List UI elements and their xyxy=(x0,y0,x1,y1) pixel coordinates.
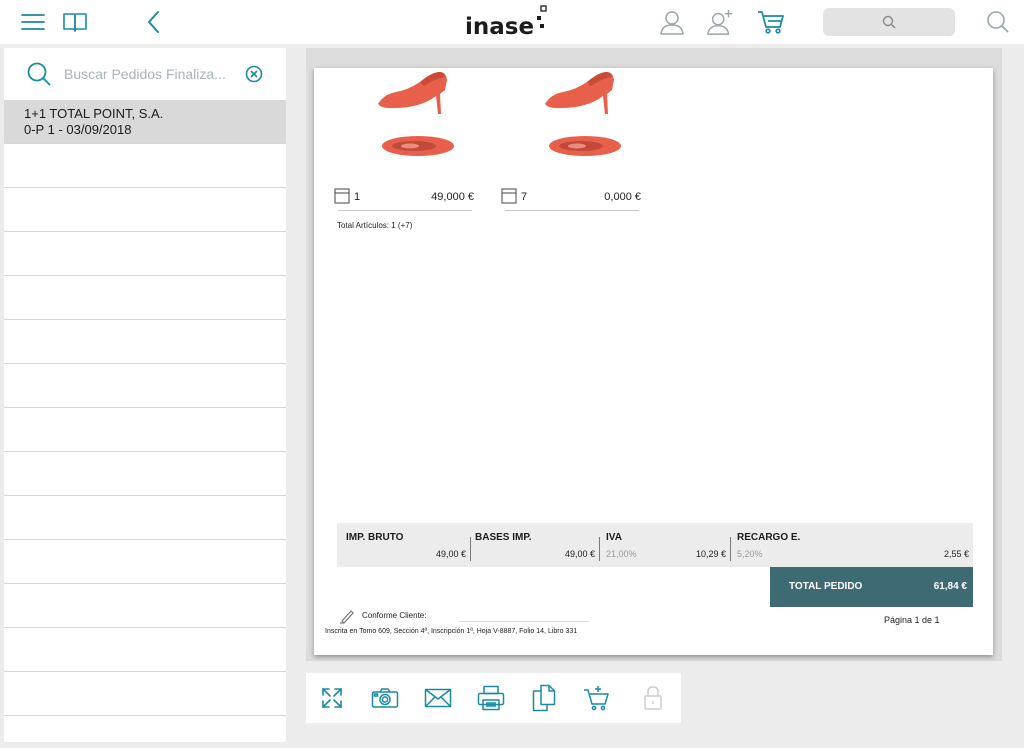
list-item xyxy=(4,144,286,188)
total-pedido-box: TOTAL PEDIDO 61,84 € xyxy=(770,567,973,607)
list-item xyxy=(4,232,286,276)
logo-dots-icon xyxy=(537,5,547,28)
book-icon[interactable] xyxy=(61,8,89,36)
recargo-rate: 5,20% xyxy=(737,549,763,559)
iva-label: IVA xyxy=(606,532,622,543)
list-item xyxy=(4,320,286,364)
article-price: 0,000 € xyxy=(604,191,641,203)
list-item xyxy=(4,276,286,320)
list-item xyxy=(4,628,286,672)
divider xyxy=(505,210,639,211)
iva-value: 10,29 € xyxy=(695,549,726,559)
document-viewer[interactable]: 1 49,000 € 7 0,000 € Total Artículos: 1 … xyxy=(306,48,1002,661)
list-item xyxy=(4,540,286,584)
list-item xyxy=(4,188,286,232)
mail-icon[interactable] xyxy=(424,685,452,711)
legal-text: Inscrita en Tomo 609, Sección 4ª, Inscri… xyxy=(325,628,578,635)
logo-text: inase xyxy=(465,14,535,40)
conforme-label: Conforme Cliente: xyxy=(362,611,427,620)
top-search-input[interactable] xyxy=(823,8,955,36)
top-bar: inase xyxy=(0,0,1024,44)
bases-imp-cell: BASES IMP. 49,00 € xyxy=(466,523,599,567)
bases-imp-value: 49,00 € xyxy=(564,549,595,559)
article-qty: 7 xyxy=(521,191,528,203)
back-icon[interactable] xyxy=(140,8,168,36)
totals-table: IMP. BRUTO 49,00 € BASES IMP. 49,00 € IV… xyxy=(337,523,973,567)
orders-sidebar: 1+1 TOTAL POINT, S.A. 0-P 1 - 03/09/2018 xyxy=(4,48,286,742)
shoe-side-image xyxy=(545,72,614,114)
camera-icon[interactable] xyxy=(371,685,399,711)
add-user-icon[interactable] xyxy=(707,8,735,36)
order-item-selected[interactable]: 1+1 TOTAL POINT, S.A. 0-P 1 - 03/09/2018 xyxy=(4,100,286,144)
search-icon[interactable] xyxy=(984,8,1012,36)
clear-search-icon[interactable] xyxy=(244,64,264,84)
shoe-top-image xyxy=(382,136,454,156)
list-item xyxy=(4,584,286,628)
imp-bruto-value: 49,00 € xyxy=(435,549,466,559)
total-articles: Total Artículos: 1 (+7) xyxy=(337,221,413,230)
article-qty: 1 xyxy=(354,191,361,203)
cart-icon[interactable] xyxy=(757,8,785,36)
iva-cell: IVA 21,00% 10,29 € xyxy=(599,523,730,567)
recargo-cell: RECARGO E. 5,20% 2,55 € xyxy=(730,523,973,567)
recargo-value: 2,55 € xyxy=(943,549,969,559)
recargo-label: RECARGO E. xyxy=(737,532,801,543)
article-price: 49,000 € xyxy=(431,191,474,203)
search-orders-input[interactable] xyxy=(64,62,242,86)
sidebar-search xyxy=(4,48,286,100)
total-pedido-value: 61,84 € xyxy=(933,581,967,592)
page-number: Página 1 de 1 xyxy=(884,615,940,625)
signature-pen-icon xyxy=(340,610,354,624)
order-document: 1 49,000 € 7 0,000 € Total Artículos: 1 … xyxy=(314,68,993,655)
top-search-input-icon xyxy=(882,15,896,29)
orders-list: 1+1 TOTAL POINT, S.A. 0-P 1 - 03/09/2018 xyxy=(4,100,286,742)
list-item xyxy=(4,452,286,496)
order-client: 1+1 TOTAL POINT, S.A. xyxy=(24,106,164,121)
bases-imp-label: BASES IMP. xyxy=(475,532,532,543)
order-ref: 0-P 1 - 03/09/2018 xyxy=(24,122,132,137)
user-icon[interactable] xyxy=(658,8,686,36)
list-item xyxy=(4,716,286,742)
cart-add-icon[interactable] xyxy=(583,685,611,711)
shoe-side-image xyxy=(378,72,447,114)
print-icon[interactable] xyxy=(477,685,505,711)
list-item xyxy=(4,672,286,716)
lock-icon xyxy=(639,685,667,711)
divider xyxy=(338,210,472,211)
package-icon xyxy=(334,188,350,204)
copy-icon[interactable] xyxy=(530,684,558,712)
list-item xyxy=(4,408,286,452)
logo: inase xyxy=(462,4,562,42)
document-toolbar xyxy=(306,673,681,723)
search-icon xyxy=(27,62,51,86)
shoe-top-image xyxy=(549,136,621,156)
menu-icon[interactable] xyxy=(19,8,47,36)
iva-rate: 21,00% xyxy=(606,549,637,559)
imp-bruto-label: IMP. BRUTO xyxy=(346,532,404,543)
article-card: 7 0,000 € xyxy=(501,68,641,218)
list-item xyxy=(4,364,286,408)
total-pedido-label: TOTAL PEDIDO xyxy=(789,581,863,592)
package-icon xyxy=(501,188,517,204)
signature-line xyxy=(459,621,589,622)
list-item xyxy=(4,496,286,540)
imp-bruto-cell: IMP. BRUTO 49,00 € xyxy=(337,523,470,567)
article-card: 1 49,000 € xyxy=(334,68,474,218)
expand-icon[interactable] xyxy=(318,685,346,711)
